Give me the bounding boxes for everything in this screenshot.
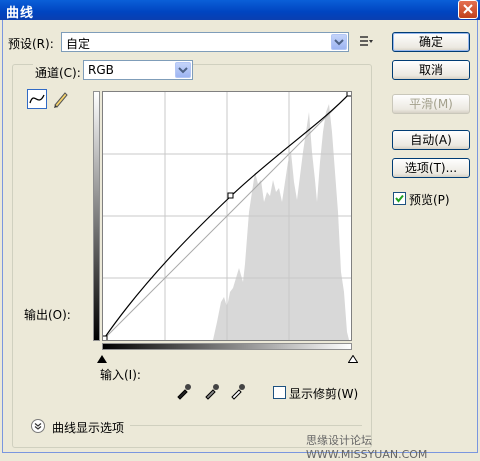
pencil-icon[interactable] xyxy=(51,89,71,109)
output-gradient-bar xyxy=(93,91,100,341)
show-clipping-label: 显示修剪(W) xyxy=(289,387,359,401)
window-title: 曲线 xyxy=(6,6,35,21)
channel-value: RGB xyxy=(88,63,114,77)
input-gradient-bar xyxy=(102,343,352,350)
curve-graph[interactable] xyxy=(101,90,353,342)
curve-endpoint-high xyxy=(346,90,353,97)
preset-value: 自定 xyxy=(66,37,91,51)
preview-checkbox[interactable] xyxy=(393,192,406,205)
white-eyedropper-icon[interactable] xyxy=(229,382,247,403)
show-clipping-checkbox[interactable] xyxy=(273,386,286,399)
ok-button[interactable]: 确定 xyxy=(392,32,470,52)
options-button[interactable]: 选项(T)... xyxy=(392,158,470,178)
title-bar xyxy=(0,0,480,20)
watermark: 思缘设计论坛 WWW.MISSYUAN.COM xyxy=(306,434,428,461)
curve-display-options-label: 曲线显示选项 xyxy=(52,421,125,435)
white-point-slider[interactable] xyxy=(347,352,359,366)
curve-graph-svg xyxy=(101,90,353,342)
close-button[interactable] xyxy=(458,0,478,19)
cancel-button[interactable]: 取消 xyxy=(392,60,470,80)
channel-label: 通道(C): xyxy=(33,64,83,81)
smooth-button[interactable]: 平滑(M) xyxy=(392,94,470,114)
preset-menu-icon[interactable] xyxy=(358,33,374,49)
black-eyedropper-icon[interactable] xyxy=(175,382,193,403)
black-point-slider[interactable] xyxy=(97,352,107,366)
checkmark-icon xyxy=(395,194,404,203)
options-divider xyxy=(130,425,362,426)
close-icon xyxy=(463,4,473,14)
chevron-down-icon xyxy=(331,34,347,50)
auto-button[interactable]: 自动(A) xyxy=(392,130,470,150)
curve-tool-icon[interactable] xyxy=(27,89,47,109)
input-label: 输入(I): xyxy=(100,368,141,382)
preset-select[interactable]: 自定 xyxy=(61,32,349,52)
curve-endpoint-low xyxy=(101,335,108,342)
preset-label: 预设(R): xyxy=(8,37,54,51)
curve-control-point xyxy=(227,192,234,199)
expand-chevron-icon[interactable] xyxy=(31,419,45,433)
gray-eyedropper-icon[interactable] xyxy=(203,382,221,403)
chevron-down-icon xyxy=(175,62,191,78)
histogram xyxy=(213,104,349,340)
output-label: 输出(O): xyxy=(24,308,71,322)
channel-select[interactable]: RGB xyxy=(83,60,193,80)
preview-label: 预览(P) xyxy=(409,193,450,207)
